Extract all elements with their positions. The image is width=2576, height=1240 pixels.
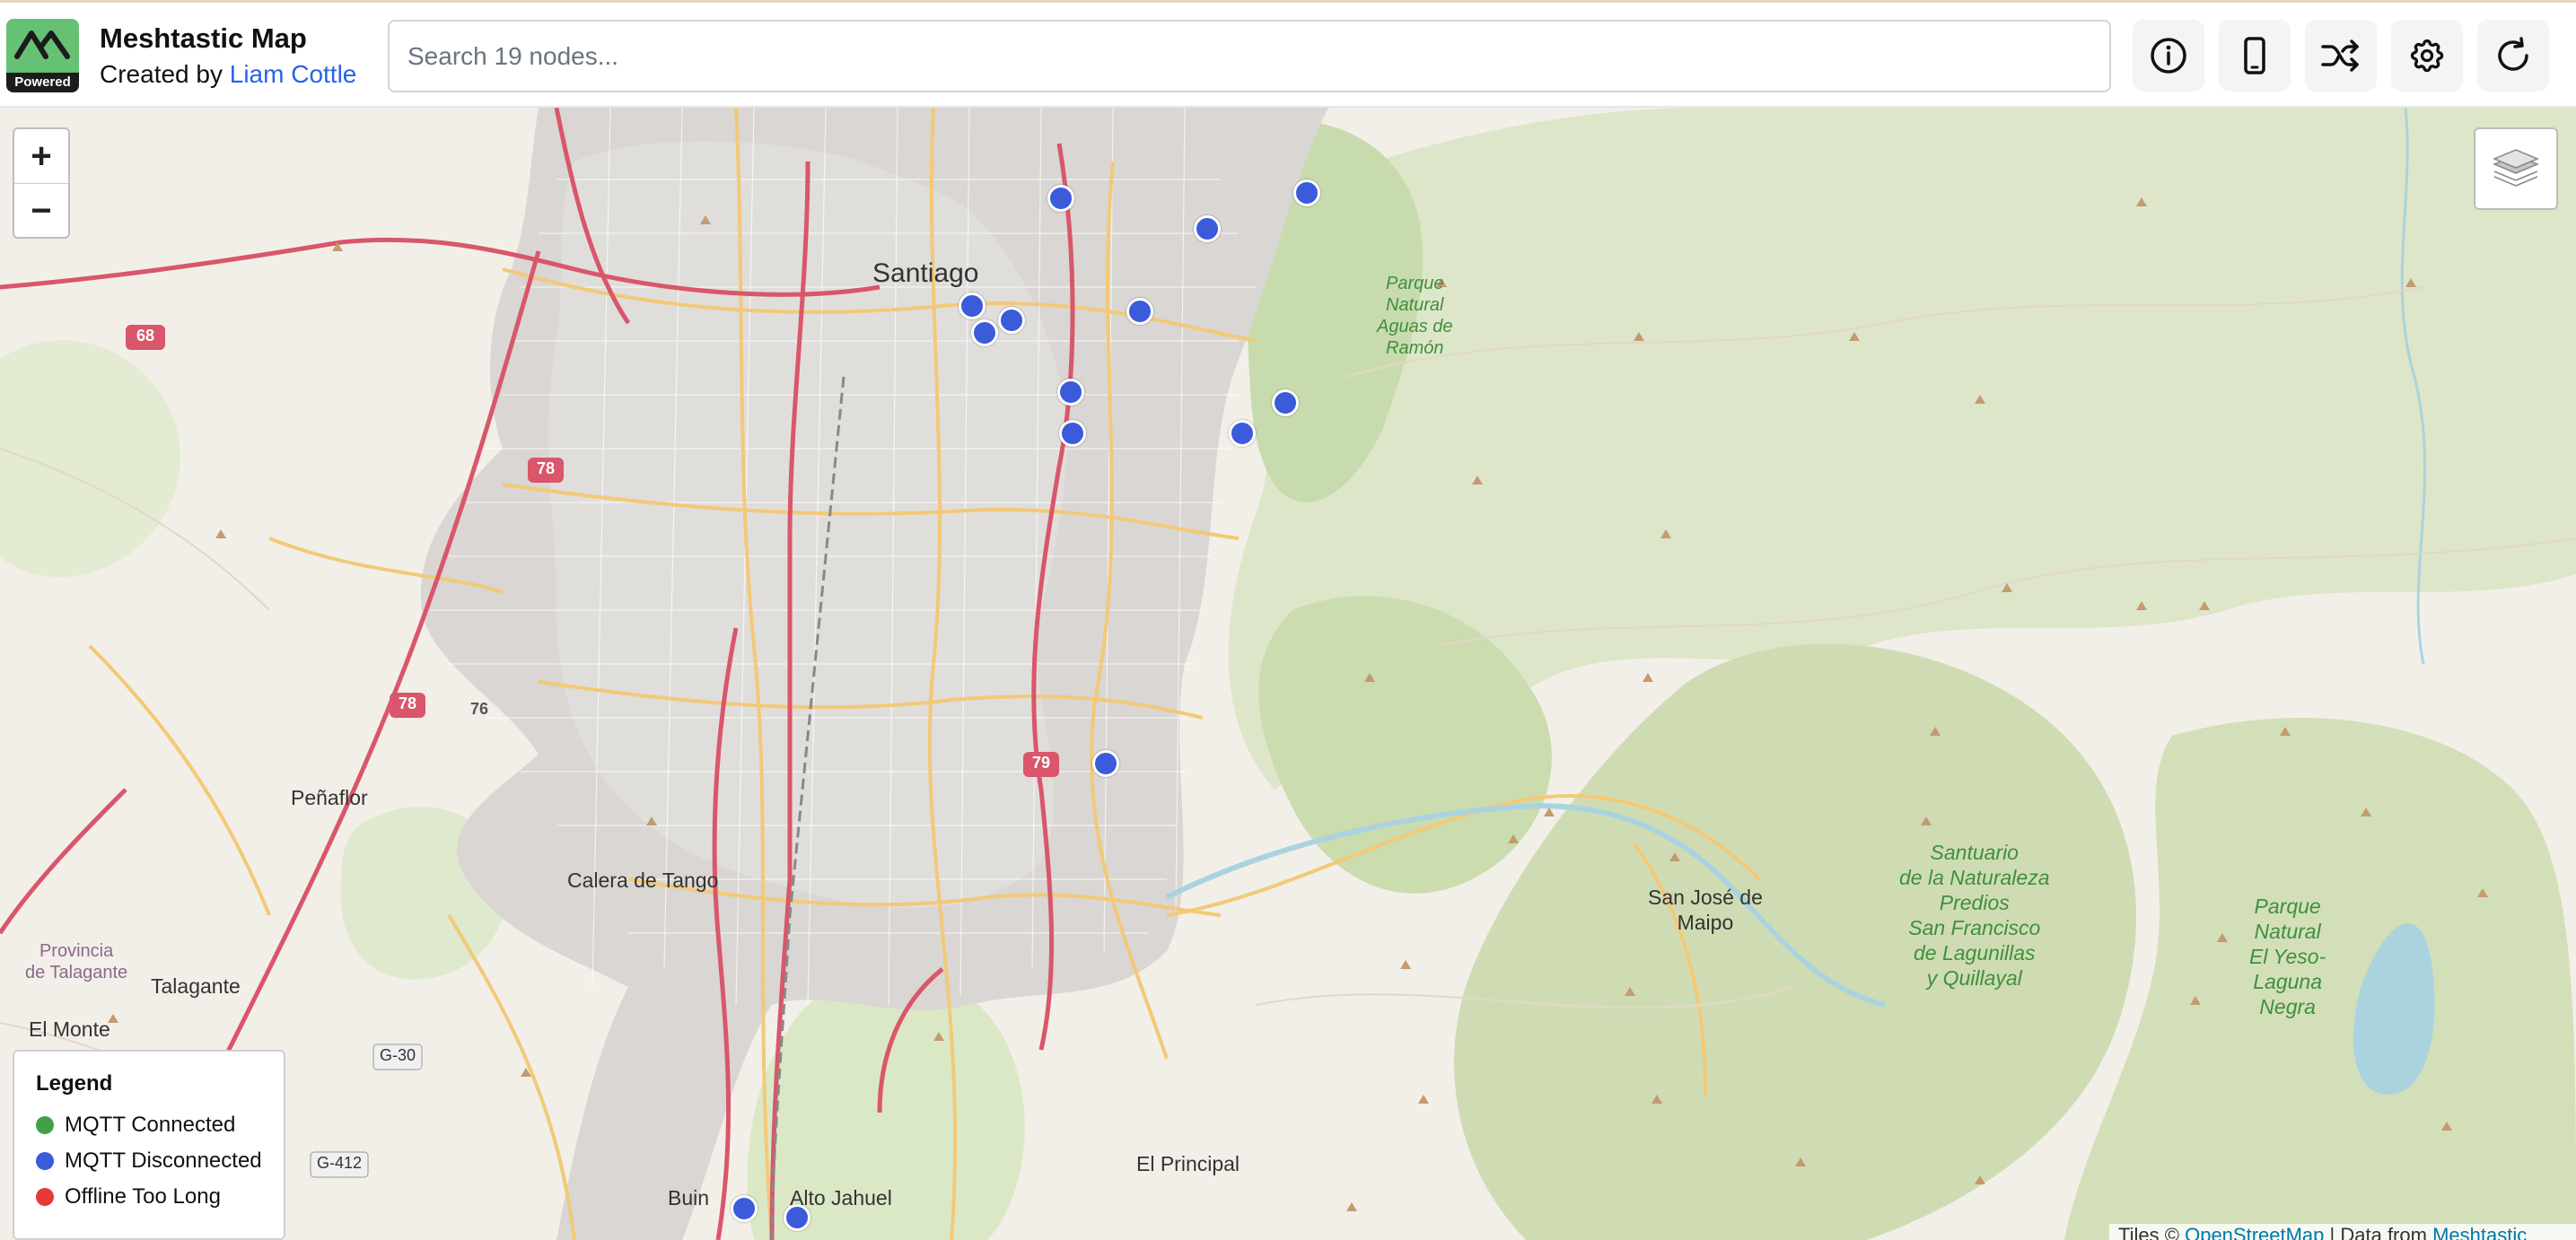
search-input[interactable] [388,20,2111,92]
legend-item-connected: MQTT Connected [36,1113,262,1138]
node-marker[interactable] [1092,750,1119,777]
node-marker[interactable] [1126,298,1153,325]
park1-line1: Parque [1386,274,1444,293]
yeso-line3: El Yeso- [2249,945,2326,968]
province-label-line1: Provincia [39,941,114,961]
route-shield-79: 79 [1031,754,1051,772]
info-button[interactable] [2133,20,2204,92]
gear-icon [2410,39,2444,73]
map-view[interactable]: 68 78 78 76 79 G-30 G-412 Santiago Peñaf… [0,108,2576,1240]
sant-line4: San Francisco [1908,916,2041,939]
layers-icon [2493,149,2539,187]
zoom-out-button[interactable]: − [14,183,68,237]
town-label-elprincipal: El Principal [1136,1152,1240,1175]
legend-item-disconnected: MQTT Disconnected [36,1148,262,1174]
yeso-line2: Natural [2254,920,2321,943]
route-shield-76: 76 [469,700,489,718]
sant-line1: Santuario [1930,841,2019,864]
refresh-button[interactable] [2477,20,2549,92]
app-title: Meshtastic Map [100,22,307,54]
shuffle-icon [2321,39,2359,72]
app-subtitle: Created by Liam Cottle [100,60,356,89]
legend-item-offline: Offline Too Long [36,1184,262,1209]
park1-line3: Aguas de [1377,317,1453,336]
device-icon [2244,37,2265,74]
node-marker[interactable] [971,319,998,346]
shuffle-button[interactable] [2305,20,2377,92]
route-shield-78a: 78 [536,459,556,477]
town-label-sanjose: San José de Maipo [1648,885,1763,935]
route-shield-g30: G-30 [379,1046,416,1064]
route-shield-78b: 78 [398,694,417,712]
mesh-logo-icon [14,31,70,59]
info-icon [2151,38,2186,74]
node-marker[interactable] [1194,215,1221,242]
device-button[interactable] [2219,20,2291,92]
map-attribution: Tiles © OpenStreetMap | Data from Meshta… [2109,1224,2576,1240]
layers-button[interactable] [2474,127,2558,210]
zoom-control: + − [13,127,70,239]
legend-panel: Legend MQTT Connected MQTT Disconnected … [13,1050,285,1240]
sant-line5: de Lagunillas [1913,941,2036,965]
legend-dot-blue [36,1152,54,1170]
yeso-line4: Laguna [2253,970,2322,993]
node-marker[interactable] [1293,179,1320,206]
attribution-osm-link[interactable]: OpenStreetMap [2185,1224,2324,1240]
park-label-aguas-ramon: Parque Natural Aguas de Ramón [1377,273,1453,359]
province-label: Provincia de Talagante [25,940,127,983]
attribution-tiles-prefix: Tiles © [2118,1224,2179,1240]
node-marker[interactable] [1047,185,1074,212]
legend-label: MQTT Disconnected [65,1148,262,1173]
legend-dot-green [36,1116,54,1134]
logo-powered-label: Powered [6,73,79,92]
sanjose-line2: Maipo [1677,911,1734,934]
map-base-layer [0,108,2576,1240]
node-marker[interactable] [998,307,1025,334]
province-label-line2: de Talagante [25,963,128,982]
zoom-in-button[interactable]: + [14,129,68,183]
settings-button[interactable] [2391,20,2463,92]
subtitle-prefix: Created by [100,60,223,88]
route-shield-g412: G-412 [316,1154,363,1172]
sant-line2: de la Naturaleza [1899,866,2050,889]
sant-line6: y Quillayal [1926,966,2022,990]
sant-line3: Predios [1939,891,2010,914]
town-label-buin: Buin [668,1186,710,1209]
town-label-calera: Calera de Tango [567,869,719,892]
refresh-icon [2498,37,2528,71]
sanjose-line1: San José de [1648,886,1763,909]
park1-line4: Ramón [1386,338,1444,358]
node-marker[interactable] [1229,420,1256,447]
attribution-meshtastic-link[interactable]: Meshtastic [2432,1224,2527,1240]
node-marker[interactable] [1057,379,1084,406]
route-shield-68: 68 [136,327,155,345]
park-label-el-yeso: Parque Natural El Yeso- Laguna Negra [2249,894,2326,1019]
node-marker[interactable] [959,293,986,319]
legend-label: Offline Too Long [65,1184,221,1209]
attribution-data-prefix: | Data from [2329,1224,2427,1240]
town-label-penaflor: Peñaflor [291,786,368,809]
node-marker[interactable] [731,1195,758,1222]
park-label-santuario: Santuario de la Naturaleza Predios San F… [1899,840,2050,991]
meshtastic-logo: Powered [6,19,79,92]
park1-line2: Natural [1386,295,1444,315]
town-label-talagante: Talagante [151,974,241,998]
city-label-santiago: Santiago [872,258,979,288]
town-label-elmonte: El Monte [29,1017,110,1041]
legend-title: Legend [36,1071,113,1096]
node-marker[interactable] [1272,389,1299,416]
node-marker[interactable] [784,1204,810,1231]
legend-label: MQTT Connected [65,1113,236,1137]
yeso-line5: Negra [2259,995,2316,1018]
node-marker[interactable] [1059,420,1086,447]
top-bar: Powered Meshtastic Map Created by Liam C… [0,0,2576,108]
author-link[interactable]: Liam Cottle [230,60,357,88]
legend-dot-red [36,1188,54,1206]
yeso-line1: Parque [2254,895,2321,918]
